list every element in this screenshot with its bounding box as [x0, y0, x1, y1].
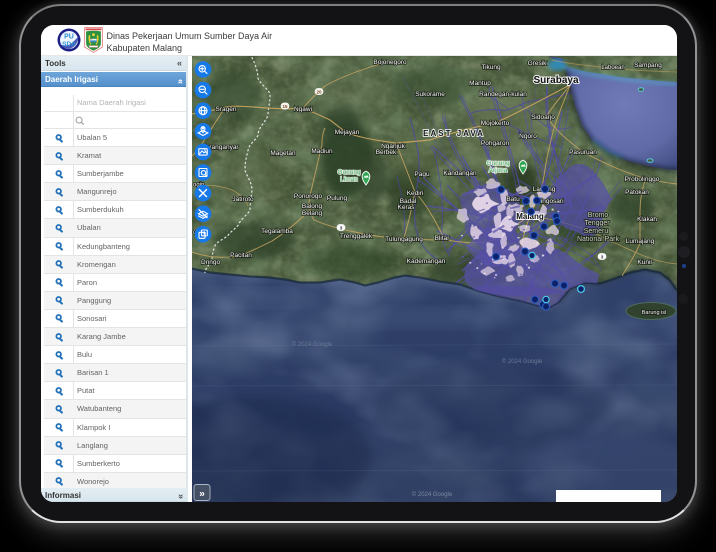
svg-text:Arjuna: Arjuna — [489, 167, 508, 174]
svg-text:Ponorogo: Ponorogo — [294, 193, 323, 200]
svg-text:Mantup: Mantup — [469, 80, 491, 87]
svg-text:Laboean: Laboean — [601, 65, 624, 71]
svg-text:Kediri: Kediri — [407, 190, 424, 197]
svg-text:Mejayan: Mejayan — [335, 129, 360, 136]
svg-text:Tikung: Tikung — [481, 64, 501, 71]
svg-text:Magetan: Magetan — [270, 150, 296, 157]
svg-text:Ngoro: Ngoro — [519, 133, 537, 140]
svg-text:© 2024 Google: © 2024 Google — [292, 341, 333, 348]
svg-text:Jatiroto: Jatiroto — [232, 196, 254, 203]
svg-text:National Park: National Park — [577, 236, 620, 243]
svg-text:Gresik: Gresik — [528, 60, 548, 67]
svg-text:Kunir: Kunir — [637, 259, 653, 266]
svg-text:Tegalamba: Tegalamba — [261, 228, 293, 235]
svg-text:Gunung: Gunung — [486, 160, 510, 167]
svg-text:Sragen: Sragen — [216, 106, 237, 113]
svg-text:Bromo: Bromo — [588, 212, 609, 219]
svg-text:15: 15 — [282, 104, 288, 109]
svg-text:Probolinggo: Probolinggo — [625, 176, 660, 183]
svg-text:Kademangan: Kademangan — [407, 258, 446, 265]
svg-text:Trenggalek: Trenggalek — [340, 233, 373, 240]
svg-text:Blitar: Blitar — [435, 235, 451, 242]
svg-text:Bojonegoro: Bojonegoro — [373, 59, 407, 66]
svg-text:Berbek: Berbek — [376, 149, 397, 156]
svg-text:Madiun: Madiun — [311, 148, 333, 155]
svg-text:Sampang: Sampang — [634, 62, 662, 69]
svg-text:Liman: Liman — [340, 176, 358, 183]
svg-text:© 2024 Google: © 2024 Google — [412, 491, 453, 498]
svg-text:Pagu: Pagu — [414, 171, 430, 178]
svg-text:Tengger: Tengger — [584, 220, 610, 227]
svg-text:Gunung: Gunung — [337, 169, 361, 176]
svg-text:SDA: SDA — [62, 41, 76, 48]
svg-text:Pulung: Pulung — [327, 195, 348, 202]
svg-text:Tulungagung: Tulungagung — [385, 236, 423, 243]
svg-text:EAST JAVA: EAST JAVA — [423, 129, 485, 138]
svg-text:Pacitan: Pacitan — [230, 252, 252, 259]
svg-text:Pasuruan: Pasuruan — [569, 149, 597, 156]
svg-text:Sukorame: Sukorame — [415, 91, 445, 98]
svg-text:Patokan: Patokan — [625, 189, 649, 196]
svg-text:PU: PU — [64, 33, 74, 40]
svg-text:Randegan-kulan: Randegan-kulan — [479, 91, 527, 98]
svg-text:Lumajang: Lumajang — [626, 238, 655, 245]
svg-text:Dringo: Dringo — [201, 259, 221, 266]
svg-text:Balong: Balong — [302, 203, 323, 210]
svg-text:Surabaya: Surabaya — [533, 75, 578, 86]
svg-text:© 2024 Google: © 2024 Google — [502, 358, 543, 365]
svg-text:»: » — [199, 489, 205, 500]
svg-text:Sidoarjo: Sidoarjo — [531, 114, 555, 121]
svg-text:Batu: Batu — [506, 196, 520, 203]
svg-text:Barung isl: Barung isl — [642, 310, 666, 316]
svg-text:Semeru: Semeru — [584, 228, 609, 235]
svg-text:Kandangan: Kandangan — [443, 170, 477, 177]
svg-text:Pohgaron: Pohgaron — [481, 140, 510, 147]
svg-text:Keras: Keras — [398, 204, 416, 211]
svg-text:Belang: Belang — [302, 210, 323, 217]
svg-text:20: 20 — [316, 90, 322, 95]
svg-text:Mojokerto: Mojokerto — [481, 120, 510, 127]
svg-text:Ngawi: Ngawi — [294, 106, 312, 113]
svg-text:Klakah: Klakah — [637, 216, 657, 223]
